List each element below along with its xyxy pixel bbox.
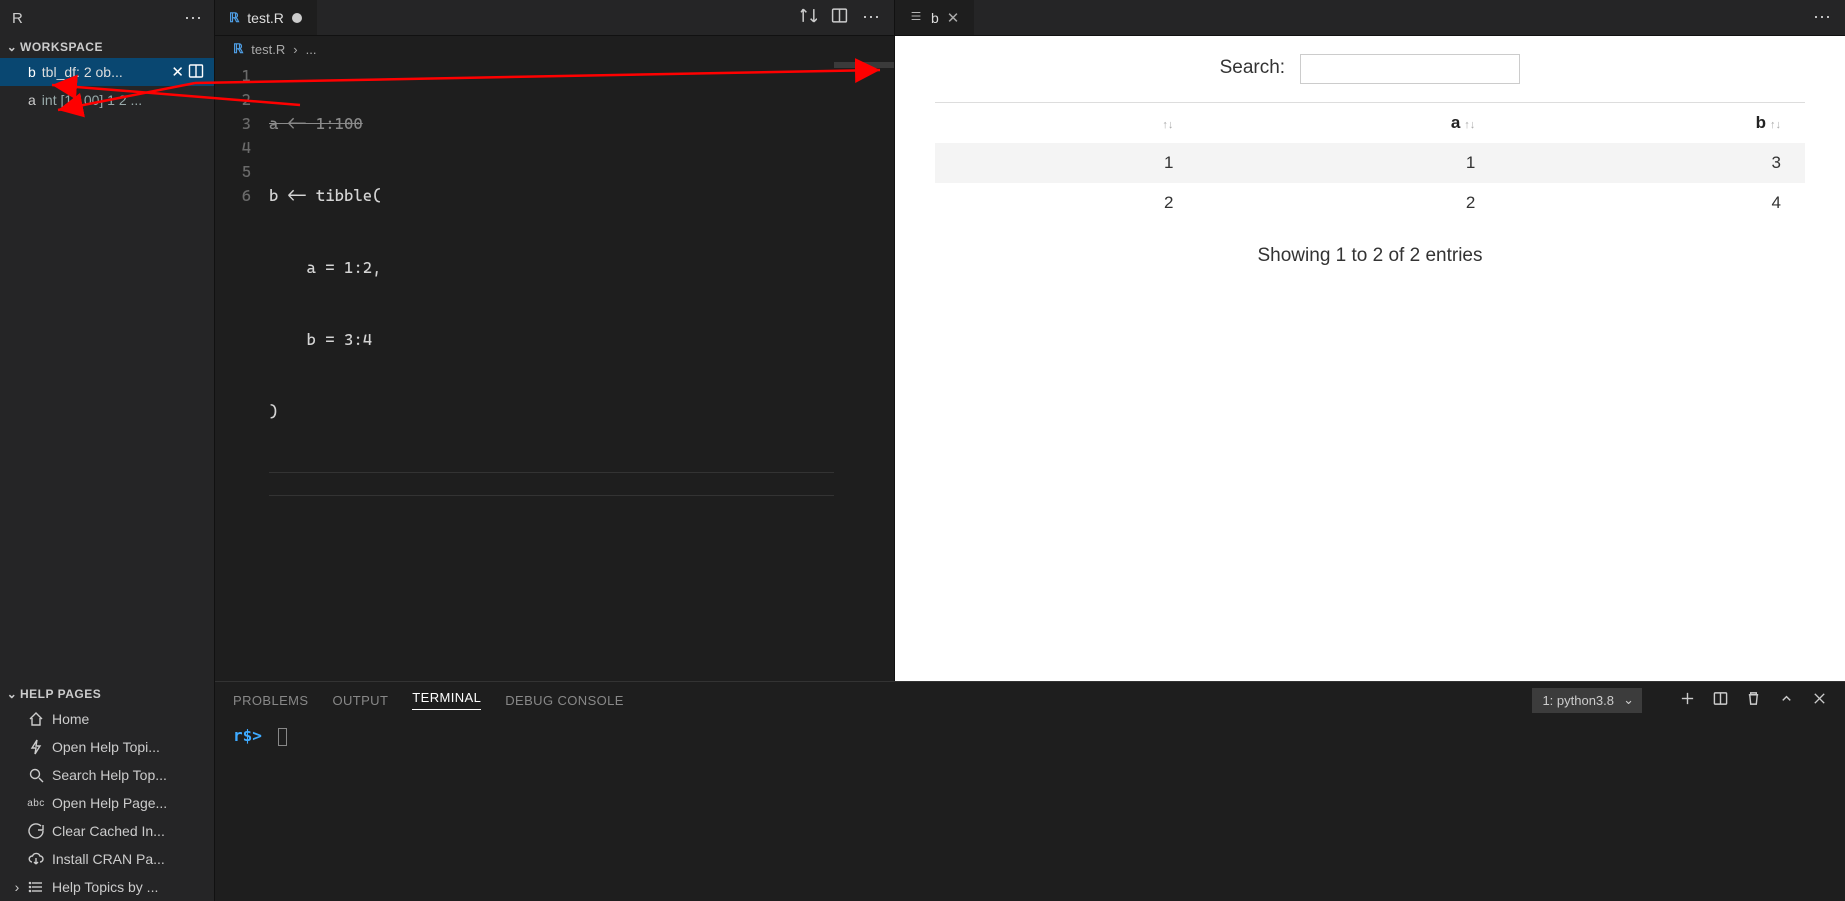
editor-pane-code: ℝ test.R ⋯ ℝ test.R › ...: [215, 0, 895, 681]
column-header-b[interactable]: b↑↓: [1499, 103, 1805, 144]
help-label: HELP PAGES: [20, 687, 101, 701]
workspace-item-b[interactable]: b tbl_df: 2 ob... ✕: [0, 58, 214, 86]
code-editor[interactable]: 1 2 3 4 5 6 a <- 1:100 b <- tibble( a = …: [215, 62, 894, 546]
code-line-3: a = 1:2,: [269, 256, 894, 280]
tab-test-r[interactable]: ℝ test.R: [215, 0, 317, 35]
terminal-cursor: [278, 728, 287, 746]
workspace-item-a[interactable]: a int [1:100] 1 2 ...: [0, 86, 214, 114]
code-line-5: ): [269, 400, 894, 424]
data-icon: [909, 9, 923, 26]
r-file-icon: ℝ: [233, 41, 243, 57]
editor-pane-viewer: b ✕ ⋯ Search:: [895, 0, 1845, 681]
chevron-right-icon: ›: [293, 42, 297, 57]
panel-tab-problems[interactable]: PROBLEMS: [233, 693, 308, 708]
tab-label: test.R: [247, 10, 284, 26]
help-open-topic[interactable]: Open Help Topi...: [0, 733, 214, 761]
maximize-panel-icon[interactable]: [1779, 691, 1794, 709]
line-gutter: 1 2 3 4 5 6: [215, 64, 269, 544]
close-icon[interactable]: ✕: [171, 63, 184, 81]
search-label: Search:: [1220, 57, 1285, 78]
terminal-prompt: r$>: [233, 726, 262, 745]
split-editor-icon[interactable]: [831, 7, 848, 28]
close-icon[interactable]: ✕: [947, 9, 960, 27]
panel-tab-debug[interactable]: DEBUG CONSOLE: [505, 693, 624, 708]
open-viewer-icon[interactable]: [188, 63, 204, 82]
help-open-page[interactable]: abc Open Help Page...: [0, 789, 214, 817]
terminal[interactable]: r$>: [215, 718, 1845, 901]
chevron-down-icon: ⌄: [4, 687, 20, 701]
code-line-1: a <- 1:100: [269, 114, 363, 133]
sort-icon: ↑↓: [1770, 119, 1781, 131]
viewer-more-icon[interactable]: ⋯: [1813, 7, 1831, 28]
help-home[interactable]: Home: [0, 705, 214, 733]
terminal-selector[interactable]: 1: python3.8: [1532, 688, 1642, 713]
help-section-header[interactable]: ⌄ HELP PAGES: [0, 683, 214, 705]
chevron-right-icon: ›: [8, 879, 26, 895]
data-table: ↑↓ a↑↓ b↑↓ 1 1 3 2: [935, 102, 1805, 223]
column-header-index[interactable]: ↑↓: [935, 103, 1197, 144]
compare-changes-icon[interactable]: [800, 7, 817, 28]
table-row[interactable]: 2 2 4: [935, 183, 1805, 223]
workspace-label: WORKSPACE: [20, 40, 103, 54]
code-line-6: [269, 472, 894, 496]
breadcrumb[interactable]: ℝ test.R › ...: [215, 36, 894, 62]
close-panel-icon[interactable]: [1812, 691, 1827, 709]
column-header-a[interactable]: a↑↓: [1197, 103, 1499, 144]
kill-terminal-icon[interactable]: [1746, 691, 1761, 709]
editor-more-icon[interactable]: ⋯: [862, 7, 880, 28]
workspace-section-header[interactable]: ⌄ WORKSPACE: [0, 36, 214, 58]
split-terminal-icon[interactable]: [1713, 691, 1728, 709]
help-clear-cache[interactable]: Clear Cached In...: [0, 817, 214, 845]
refresh-icon: [26, 823, 46, 839]
sort-icon: ↑↓: [1464, 119, 1475, 131]
panel-tab-output[interactable]: OUTPUT: [332, 693, 388, 708]
minimap[interactable]: [834, 62, 894, 68]
tab-data-b[interactable]: b ✕: [895, 0, 974, 35]
help-topics-by[interactable]: › Help Topics by ...: [0, 873, 214, 901]
sidebar-title: R: [12, 10, 23, 27]
table-row[interactable]: 1 1 3: [935, 143, 1805, 183]
panel-tab-terminal[interactable]: TERMINAL: [412, 690, 481, 710]
abc-icon: abc: [26, 798, 46, 809]
r-file-icon: ℝ: [229, 10, 239, 26]
chevron-down-icon: ⌄: [4, 40, 20, 54]
lightning-icon: [26, 739, 46, 755]
dirty-indicator-icon: [292, 13, 302, 23]
cloud-download-icon: [26, 851, 46, 867]
table-summary: Showing 1 to 2 of 2 entries: [935, 245, 1805, 267]
code-line-2: b <- tibble(: [269, 184, 894, 208]
help-search-topic[interactable]: Search Help Top...: [0, 761, 214, 789]
new-terminal-icon[interactable]: [1680, 691, 1695, 709]
search-icon: [26, 767, 46, 783]
bottom-panel: PROBLEMS OUTPUT TERMINAL DEBUG CONSOLE 1…: [215, 681, 1845, 901]
sort-icon: ↑↓: [1162, 119, 1173, 131]
search-input[interactable]: [1300, 54, 1520, 84]
sidebar: R ⋯ ⌄ WORKSPACE b tbl_df: 2 ob... ✕ a in…: [0, 0, 215, 901]
home-icon: [26, 711, 46, 727]
sidebar-more-icon[interactable]: ⋯: [184, 8, 202, 29]
help-install-cran[interactable]: Install CRAN Pa...: [0, 845, 214, 873]
tab-label: b: [931, 10, 939, 26]
code-line-4: b = 3:4: [269, 328, 894, 352]
list-icon: [26, 879, 46, 895]
